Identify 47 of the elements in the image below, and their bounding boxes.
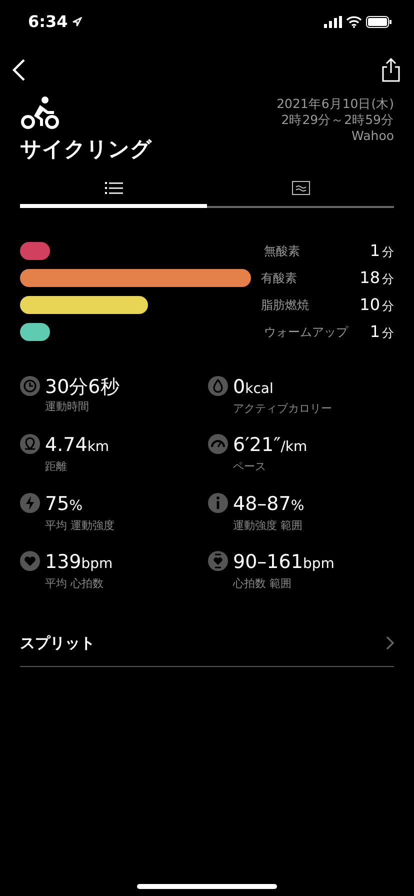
source-text: Wahoo [350, 128, 394, 144]
battery-icon [366, 16, 392, 28]
stat-label: 運動時間 [45, 398, 90, 414]
zone-duration: 1 分 [368, 321, 394, 343]
wifi-icon [346, 16, 362, 28]
stat-label: 心拍数 範囲 [233, 576, 292, 592]
stat-value: 48–87% [233, 492, 304, 516]
stat-value: 4.74km [45, 434, 110, 458]
zone-duration: 1 分 [368, 240, 394, 262]
date-text: 2021年6月10日(木) [276, 96, 394, 112]
stat-label: 平均 心拍数 [45, 576, 104, 592]
share-icon[interactable] [382, 58, 400, 82]
back-icon[interactable] [12, 58, 26, 82]
lightning-icon [20, 492, 40, 512]
stat-value: 30分6秒 [45, 376, 120, 398]
activity-title: サイクリング [20, 136, 152, 163]
location-pin-icon [20, 434, 40, 454]
stat-value: 75% [45, 492, 84, 516]
time-range-text: 2時29分～2時59分 [280, 112, 394, 128]
speedometer-icon [208, 434, 228, 454]
stat-value: 0kcal [233, 376, 274, 400]
stat-value: 90–161bpm [233, 551, 334, 575]
stat-label: 平均 運動強度 [45, 518, 114, 534]
stat-label: 運動強度 範囲 [233, 518, 304, 534]
zone-duration: 18 分 [360, 267, 394, 289]
zone-name: 有酸素 [260, 270, 298, 287]
clock-icon [20, 376, 40, 396]
stat-label: アクティブカロリー [233, 400, 332, 416]
split-row[interactable]: スプリット [20, 620, 394, 666]
chart-icon [292, 180, 310, 194]
zone-duration: 10 分 [360, 294, 394, 316]
list-icon [104, 180, 122, 194]
location-arrow-icon [72, 17, 82, 27]
cyclist-icon [20, 96, 60, 130]
zone-name: ウォームアップ [264, 324, 350, 341]
clock-time: 6:34 [28, 11, 68, 33]
stat-label: ペース [233, 459, 267, 475]
stat-value: 139bpm [45, 551, 113, 575]
stat-label: 距離 [45, 459, 68, 475]
stat-value: 6′21″/km [233, 434, 308, 458]
drop-icon [208, 376, 228, 396]
zone-name: 無酸素 [264, 243, 301, 260]
zone-name: 脂肪燃焼 [260, 297, 310, 314]
chevron-right-icon [386, 636, 394, 650]
info-icon [208, 492, 228, 512]
signal-icon [324, 16, 342, 28]
heart-range-icon [208, 551, 228, 571]
